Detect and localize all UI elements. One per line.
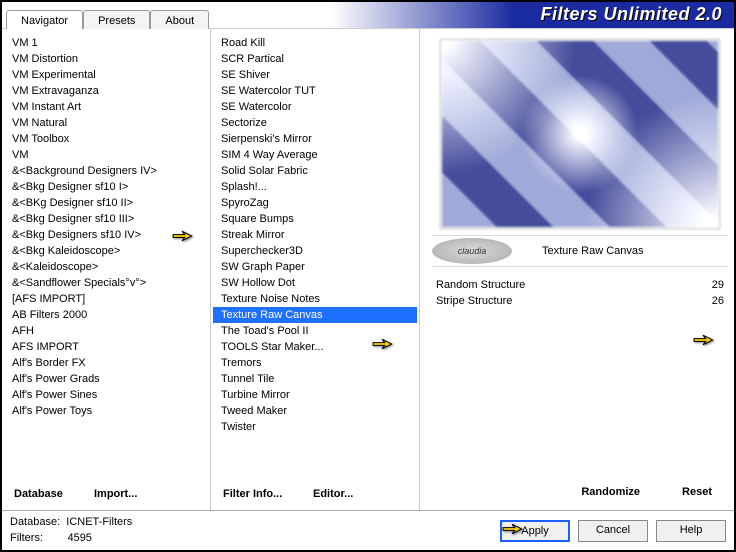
list-item[interactable]: SE Watercolor: [213, 99, 417, 115]
param-value: 26: [712, 295, 724, 307]
import-button[interactable]: Import...: [88, 484, 143, 504]
filter-panel: Road KillSCR ParticalSE ShiverSE Waterco…: [211, 29, 419, 510]
category-list[interactable]: VM 1VM DistortionVM ExperimentalVM Extra…: [2, 29, 210, 478]
list-item[interactable]: Tremors: [213, 355, 417, 371]
list-item[interactable]: Superchecker3D: [213, 243, 417, 259]
parameters-area: Random Structure 29 Stripe Structure 26: [426, 275, 734, 474]
param-name: Random Structure: [436, 279, 525, 291]
list-item[interactable]: AB Filters 2000: [4, 307, 208, 323]
param-name: Stripe Structure: [436, 295, 512, 307]
editor-button[interactable]: Editor...: [307, 484, 359, 504]
list-item[interactable]: Alf's Border FX: [4, 355, 208, 371]
apply-button[interactable]: Apply: [500, 520, 570, 542]
list-item[interactable]: Solid Solar Fabric: [213, 163, 417, 179]
left-button-row: Database Import...: [2, 478, 210, 510]
list-item[interactable]: Square Bumps: [213, 211, 417, 227]
list-item[interactable]: &<Kaleidoscope>: [4, 259, 208, 275]
list-item[interactable]: Sectorize: [213, 115, 417, 131]
category-panel: VM 1VM DistortionVM ExperimentalVM Extra…: [2, 29, 210, 510]
list-item[interactable]: &<Background Designers IV>: [4, 163, 208, 179]
list-item[interactable]: Texture Noise Notes: [213, 291, 417, 307]
header-bar: Navigator Presets About Filters Unlimite…: [2, 2, 734, 28]
filters-count: 4595: [67, 532, 91, 544]
preview-panel: claudia Texture Raw Canvas Random Struct…: [420, 29, 734, 510]
list-item[interactable]: VM: [4, 147, 208, 163]
list-item[interactable]: VM Extravaganza: [4, 83, 208, 99]
list-item[interactable]: VM Instant Art: [4, 99, 208, 115]
param-row[interactable]: Stripe Structure 26: [436, 293, 724, 309]
database-button[interactable]: Database: [8, 484, 88, 504]
list-item[interactable]: Road Kill: [213, 35, 417, 51]
filter-list[interactable]: Road KillSCR ParticalSE ShiverSE Waterco…: [211, 29, 419, 478]
right-button-row: Randomize Reset: [426, 474, 734, 510]
list-item[interactable]: SW Hollow Dot: [213, 275, 417, 291]
list-item[interactable]: TOOLS Star Maker...: [213, 339, 417, 355]
list-item[interactable]: SW Graph Paper: [213, 259, 417, 275]
list-item[interactable]: Alf's Power Toys: [4, 403, 208, 419]
list-item[interactable]: The Toad's Pool II: [213, 323, 417, 339]
footer-info: Database: ICNET-Filters Filters: 4595: [10, 515, 132, 546]
list-item[interactable]: &<Bkg Kaleidoscope>: [4, 243, 208, 259]
list-item[interactable]: Splash!...: [213, 179, 417, 195]
selected-filter-label: Texture Raw Canvas: [542, 245, 644, 257]
logo-claudia: claudia: [432, 238, 512, 264]
mid-button-row: Filter Info... Editor...: [211, 478, 419, 510]
list-item[interactable]: AFS IMPORT: [4, 339, 208, 355]
list-item[interactable]: VM 1: [4, 35, 208, 51]
randomize-button[interactable]: Randomize: [575, 482, 646, 502]
filter-info-button[interactable]: Filter Info...: [217, 484, 307, 504]
list-item[interactable]: &<Bkg Designer sf10 I>: [4, 179, 208, 195]
footer-buttons: Apply Cancel Help: [500, 520, 726, 542]
list-item[interactable]: SE Watercolor TUT: [213, 83, 417, 99]
db-label: Database:: [10, 516, 60, 528]
list-item[interactable]: SCR Partical: [213, 51, 417, 67]
list-item[interactable]: SpyroZag: [213, 195, 417, 211]
list-item[interactable]: &<Sandflower Specials°v°>: [4, 275, 208, 291]
list-item[interactable]: Sierpenski's Mirror: [213, 131, 417, 147]
main-area: VM 1VM DistortionVM ExperimentalVM Extra…: [2, 28, 734, 510]
filter-name-row: claudia Texture Raw Canvas: [432, 235, 728, 267]
list-item[interactable]: Twister: [213, 419, 417, 435]
list-item[interactable]: Tunnel Tile: [213, 371, 417, 387]
list-item[interactable]: VM Experimental: [4, 67, 208, 83]
list-item[interactable]: Turbine Mirror: [213, 387, 417, 403]
tab-about[interactable]: About: [150, 10, 209, 29]
list-item[interactable]: VM Toolbox: [4, 131, 208, 147]
list-item[interactable]: &<BKg Designer sf10 II>: [4, 195, 208, 211]
help-button[interactable]: Help: [656, 520, 726, 542]
list-item[interactable]: Alf's Power Grads: [4, 371, 208, 387]
list-item[interactable]: [AFS IMPORT]: [4, 291, 208, 307]
list-item[interactable]: Tweed Maker: [213, 403, 417, 419]
list-item[interactable]: Texture Raw Canvas: [213, 307, 417, 323]
list-item[interactable]: Alf's Power Sines: [4, 387, 208, 403]
list-item[interactable]: SIM 4 Way Average: [213, 147, 417, 163]
list-item[interactable]: VM Distortion: [4, 51, 208, 67]
list-item[interactable]: SE Shiver: [213, 67, 417, 83]
reset-button[interactable]: Reset: [676, 482, 718, 502]
param-row[interactable]: Random Structure 29: [436, 277, 724, 293]
list-item[interactable]: &<Bkg Designer sf10 III>: [4, 211, 208, 227]
list-item[interactable]: Streak Mirror: [213, 227, 417, 243]
tab-presets[interactable]: Presets: [83, 10, 150, 29]
footer-bar: Database: ICNET-Filters Filters: 4595 Ap…: [2, 510, 734, 550]
filters-label: Filters:: [10, 532, 43, 544]
tab-navigator[interactable]: Navigator: [6, 10, 83, 29]
cancel-button[interactable]: Cancel: [578, 520, 648, 542]
list-item[interactable]: &<Bkg Designers sf10 IV>: [4, 227, 208, 243]
preview-image: [440, 39, 720, 229]
list-item[interactable]: VM Natural: [4, 115, 208, 131]
db-value: ICNET-Filters: [66, 516, 132, 528]
list-item[interactable]: AFH: [4, 323, 208, 339]
param-value: 29: [712, 279, 724, 291]
app-title: Filters Unlimited 2.0: [540, 4, 722, 25]
